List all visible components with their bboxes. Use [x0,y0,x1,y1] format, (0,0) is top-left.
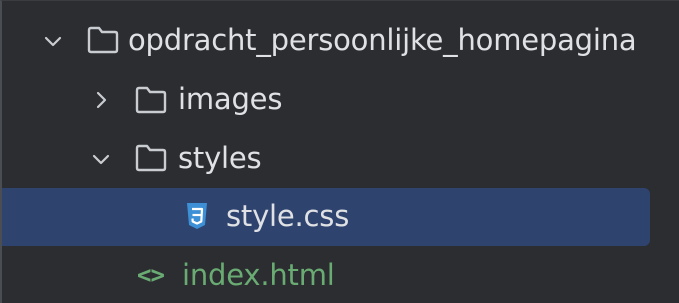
tree-item-label: style.css [226,199,350,233]
folder-icon [134,85,168,115]
tree-item-label: images [178,82,283,116]
folder-icon [134,143,168,173]
folder-icon [86,25,120,55]
chevron-right-icon[interactable] [90,89,112,111]
chevron-down-icon[interactable] [42,30,64,52]
css-file-icon [186,202,208,230]
tree-item-index-html[interactable]: <> index.html [2,246,679,303]
tree-item-style-css[interactable]: style.css [2,187,679,246]
project-file-tree: opdracht_persoonlijke_homepagina images … [0,0,679,303]
chevron-down-icon[interactable] [90,148,112,170]
tree-item-images-folder[interactable]: images [2,71,679,129]
tree-item-label: opdracht_persoonlijke_homepagina [128,23,637,57]
tree-item-label: index.html [182,258,335,292]
tree-item-root-folder[interactable]: opdracht_persoonlijke_homepagina [2,11,679,69]
tree-item-styles-folder[interactable]: styles [2,129,679,187]
html-file-icon: <> [137,261,165,289]
tree-item-label: styles [178,141,262,175]
